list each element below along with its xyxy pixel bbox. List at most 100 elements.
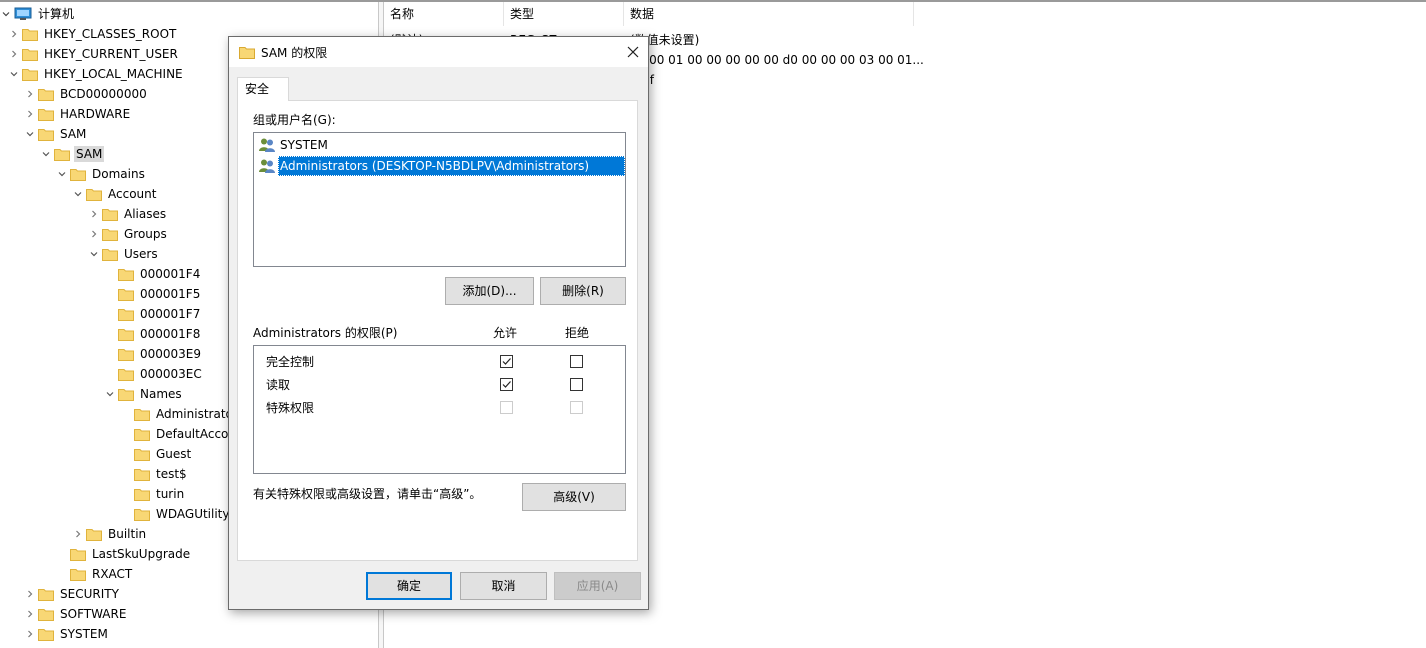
chevron-down-icon[interactable] xyxy=(56,167,68,181)
chevron-right-icon[interactable] xyxy=(72,527,84,541)
tree-node[interactable]: 000001F4 xyxy=(104,264,202,284)
column-header-name[interactable]: 名称 xyxy=(384,2,504,26)
dialog-titlebar[interactable]: SAM 的权限 xyxy=(229,37,648,67)
apply-button[interactable]: 应用(A) xyxy=(554,572,641,600)
chevron-down-icon[interactable] xyxy=(8,67,20,81)
tree-node[interactable]: Names xyxy=(104,384,184,404)
tree-node[interactable]: SECURITY xyxy=(24,584,121,604)
tree-node-label: BCD00000000 xyxy=(60,87,147,101)
chevron-right-icon[interactable] xyxy=(88,207,100,221)
tree-node[interactable]: Aliases xyxy=(88,204,168,224)
tree-node-label: 000003EC xyxy=(140,367,202,381)
tree-node[interactable]: 000001F5 xyxy=(104,284,202,304)
chevron-down-icon[interactable] xyxy=(24,127,36,141)
tree-node[interactable]: BCD00000000 xyxy=(24,84,149,104)
folder-icon xyxy=(22,68,38,81)
computer-icon xyxy=(14,7,32,21)
chevron-down-icon[interactable] xyxy=(104,387,116,401)
tree-node[interactable]: HKEY_CURRENT_USER xyxy=(8,44,180,64)
tree-node[interactable]: 000003EC xyxy=(104,364,204,384)
user-list-item[interactable]: SYSTEM xyxy=(258,135,330,155)
tree-node[interactable]: SAM xyxy=(40,144,105,164)
tree-root[interactable]: 计算机 xyxy=(0,4,76,24)
folder-icon xyxy=(70,168,86,181)
tree-node[interactable]: RXACT xyxy=(56,564,134,584)
tab-security[interactable]: 安全 xyxy=(237,77,289,101)
folder-icon xyxy=(38,628,54,641)
tree-node[interactable]: 000001F8 xyxy=(104,324,202,344)
tree-node-label: turin xyxy=(156,487,185,501)
tree-node[interactable]: Groups xyxy=(88,224,169,244)
chevron-right-icon[interactable] xyxy=(8,27,20,41)
tree-node-label: Domains xyxy=(92,167,145,181)
advanced-hint: 有关特殊权限或高级设置，请单击“高级”。 xyxy=(253,487,482,501)
tree-node[interactable]: Account xyxy=(72,184,158,204)
tree-node-label: Names xyxy=(140,387,182,401)
tree-node-label: HKEY_LOCAL_MACHINE xyxy=(44,67,183,81)
chevron-down-icon[interactable] xyxy=(72,187,84,201)
tree-node[interactable]: HKEY_LOCAL_MACHINE xyxy=(8,64,185,84)
tree-node[interactable]: 000001F7 xyxy=(104,304,202,324)
tree-node-label: SYSTEM xyxy=(60,627,108,641)
dialog-title: SAM 的权限 xyxy=(261,45,328,60)
tree-node[interactable]: Administrator xyxy=(120,404,240,424)
tree-node[interactable]: turin xyxy=(120,484,186,504)
ok-button[interactable]: 确定 xyxy=(366,572,452,600)
tree-node-label: RXACT xyxy=(92,567,133,581)
folder-icon xyxy=(38,128,54,141)
users-listbox[interactable]: SYSTEM Administrators (DESKTOP-N5BDLPV\Ad… xyxy=(253,132,626,267)
chevron-down-icon[interactable] xyxy=(0,7,12,21)
tree-node-label: test$ xyxy=(156,467,187,481)
deny-checkbox[interactable] xyxy=(570,355,583,368)
folder-icon xyxy=(134,448,150,461)
tree-node-label: SAM xyxy=(60,127,87,141)
chevron-right-icon[interactable] xyxy=(24,107,36,121)
tree-node[interactable]: SOFTWARE xyxy=(24,604,128,624)
chevron-right-icon[interactable] xyxy=(88,227,100,241)
tree-node[interactable]: HKEY_CLASSES_ROOT xyxy=(8,24,178,44)
chevron-right-icon[interactable] xyxy=(24,627,36,641)
tree-node-label: SAM xyxy=(74,146,105,162)
cancel-button[interactable]: 取消 xyxy=(460,572,547,600)
chevron-right-icon[interactable] xyxy=(24,587,36,601)
folder-icon xyxy=(118,328,134,341)
add-button[interactable]: 添加(D)... xyxy=(445,277,534,305)
remove-button[interactable]: 删除(R) xyxy=(540,277,626,305)
column-header-data[interactable]: 数据 xyxy=(624,2,914,26)
permission-row: 特殊权限 xyxy=(254,396,625,416)
tree-node[interactable]: 000003E9 xyxy=(104,344,203,364)
user-list-item[interactable]: Administrators (DESKTOP-N5BDLPV\Administ… xyxy=(258,156,625,176)
tree-node-label: Users xyxy=(124,247,158,261)
tree-node[interactable]: Domains xyxy=(56,164,147,184)
column-header-type[interactable]: 类型 xyxy=(504,2,624,26)
chevron-right-icon[interactable] xyxy=(8,47,20,61)
tree-node[interactable]: LastSkuUpgrade xyxy=(56,544,192,564)
folder-icon xyxy=(134,408,150,421)
allow-checkbox[interactable] xyxy=(500,378,513,391)
tree-node[interactable]: Builtin xyxy=(72,524,148,544)
tree-node[interactable]: HARDWARE xyxy=(24,104,132,124)
advanced-button[interactable]: 高级(V) xyxy=(522,483,626,511)
chevron-right-icon[interactable] xyxy=(24,87,36,101)
chevron-down-icon[interactable] xyxy=(88,247,100,261)
tree-node[interactable]: SYSTEM xyxy=(24,624,110,644)
chevron-down-icon[interactable] xyxy=(40,147,52,161)
tree-node[interactable]: SAM xyxy=(24,124,88,144)
folder-icon xyxy=(102,208,118,221)
deny-checkbox[interactable] xyxy=(570,378,583,391)
tree-node[interactable]: test$ xyxy=(120,464,189,484)
user-name: SYSTEM xyxy=(280,138,328,152)
tree-node[interactable]: Users xyxy=(88,244,160,264)
allow-checkbox[interactable] xyxy=(500,355,513,368)
tree-node-label: Groups xyxy=(124,227,167,241)
folder-icon xyxy=(22,28,38,41)
close-icon[interactable] xyxy=(622,41,644,63)
chevron-right-icon[interactable] xyxy=(24,607,36,621)
tree-node[interactable]: Guest xyxy=(120,444,193,464)
folder-icon xyxy=(54,148,70,161)
folder-icon xyxy=(38,88,54,101)
